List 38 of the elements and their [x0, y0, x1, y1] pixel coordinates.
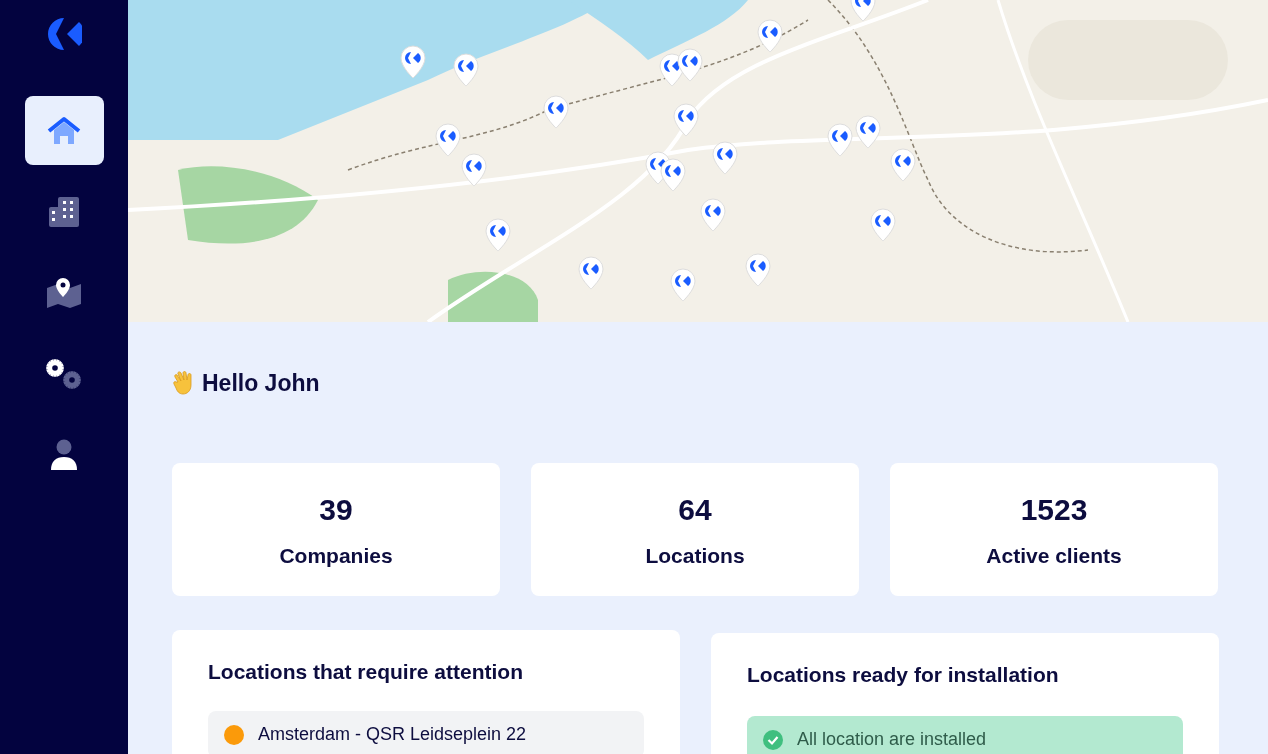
- map-pin-icon[interactable]: [890, 148, 916, 182]
- map-pin-icon[interactable]: [745, 253, 771, 287]
- user-icon: [50, 438, 78, 471]
- map-pin-icon[interactable]: [870, 208, 896, 242]
- stat-label: Locations: [645, 542, 745, 569]
- map-pin-icon[interactable]: [700, 198, 726, 232]
- map-pin-icon[interactable]: [670, 268, 696, 302]
- map-pin-icon[interactable]: [660, 158, 686, 192]
- map-pin-icon[interactable]: [543, 95, 569, 129]
- check-icon: [763, 729, 783, 750]
- logo-icon: [46, 16, 82, 52]
- stat-value: 64: [678, 491, 712, 528]
- item-text: Amsterdam - QSR Leidseplein 22: [258, 723, 527, 746]
- item-text: All location are installed: [797, 728, 987, 751]
- map-pin-icon[interactable]: [400, 45, 426, 79]
- map-pin-icon[interactable]: [485, 218, 511, 252]
- panel-title: Locations ready for installation: [747, 661, 1060, 688]
- greeting: Hello John: [202, 369, 320, 398]
- home-icon: [47, 115, 81, 146]
- building-icon: [49, 196, 79, 227]
- map-pin-icon[interactable]: [712, 141, 738, 175]
- panel-title: Locations that require attention: [208, 658, 525, 685]
- nav-button[interactable]: [24, 96, 104, 165]
- map-pin-icon[interactable]: [461, 153, 487, 187]
- map-pin-icon[interactable]: [757, 19, 783, 53]
- map-pin-icon[interactable]: [435, 123, 461, 157]
- map-pin-icon[interactable]: [673, 103, 699, 137]
- map-pin-icon[interactable]: [453, 53, 479, 87]
- stat-label: Active clients: [986, 542, 1122, 569]
- map-pin-icon[interactable]: [855, 115, 881, 149]
- stat-value: 39: [319, 491, 353, 528]
- map-pin-icon[interactable]: [578, 256, 604, 290]
- stat-value: 1523: [1020, 491, 1088, 528]
- settings-icon: [45, 357, 83, 390]
- map-pin-icon[interactable]: [677, 48, 703, 82]
- map-pin-icon[interactable]: [827, 123, 853, 157]
- stat-label: Companies: [279, 542, 393, 569]
- map-pin-icon: [46, 277, 82, 308]
